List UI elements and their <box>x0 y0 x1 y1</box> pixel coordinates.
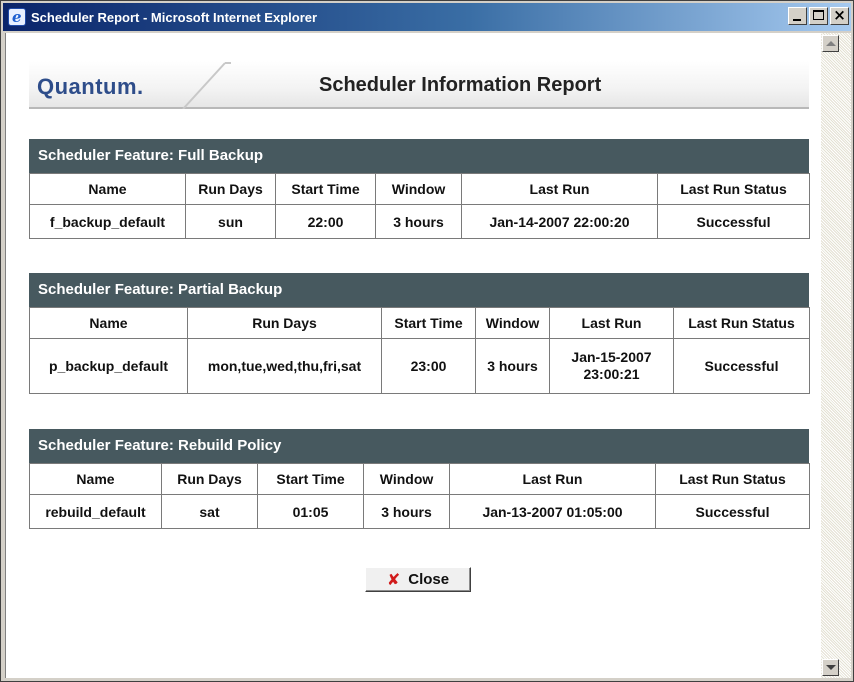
column-header: Window <box>375 173 462 205</box>
column-header: Name <box>29 173 186 205</box>
column-header: Start Time <box>257 463 364 495</box>
cell-last-run: Jan-14-2007 22:00:20 <box>461 204 658 239</box>
page-title: Scheduler Information Report <box>319 74 602 96</box>
column-header: Name <box>29 307 188 339</box>
cell-run-days: sun <box>185 204 276 239</box>
cell-name: f_backup_default <box>29 204 186 239</box>
scroll-up-button[interactable] <box>822 35 839 52</box>
cell-start-time: 01:05 <box>257 494 364 529</box>
column-header: Name <box>29 463 162 495</box>
table-row: rebuild_default sat 01:05 3 hours Jan-13… <box>29 494 810 529</box>
cell-run-days: sat <box>161 494 258 529</box>
column-header: Start Time <box>275 173 376 205</box>
table-header-row: Name Run Days Start Time Window Last Run… <box>29 307 810 339</box>
cell-start-time: 22:00 <box>275 204 376 239</box>
table-row: p_backup_default mon,tue,wed,thu,fri,sat… <box>29 338 810 394</box>
column-header: Start Time <box>381 307 476 339</box>
vertical-scrollbar[interactable] <box>821 33 851 678</box>
column-header: Run Days <box>187 307 382 339</box>
section-title: Scheduler Feature: Full Backup <box>29 139 809 173</box>
schedule-table: Name Run Days Start Time Window Last Run… <box>29 307 810 394</box>
column-header: Window <box>363 463 450 495</box>
x-icon: ✘ <box>386 570 401 589</box>
table-row: f_backup_default sun 22:00 3 hours Jan-1… <box>29 204 810 239</box>
table-header-row: Name Run Days Start Time Window Last Run… <box>29 463 810 495</box>
cell-last-run: Jan-15-2007 23:00:21 <box>549 338 674 394</box>
cell-last-run: Jan-13-2007 01:05:00 <box>449 494 656 529</box>
title-bar[interactable]: e Scheduler Report - Microsoft Internet … <box>3 3 851 31</box>
section-partial-backup: Scheduler Feature: Partial Backup Name R… <box>29 273 810 394</box>
section-title: Scheduler Feature: Partial Backup <box>29 273 809 307</box>
cell-status: Successful <box>657 204 810 239</box>
column-header: Last Run <box>449 463 656 495</box>
column-header: Last Run <box>461 173 658 205</box>
column-header: Last Run Status <box>655 463 810 495</box>
browser-window: e Scheduler Report - Microsoft Internet … <box>0 0 854 682</box>
window-controls: × <box>786 6 849 25</box>
header-divider <box>182 62 231 109</box>
section-rebuild-policy: Scheduler Feature: Rebuild Policy Name R… <box>29 429 810 529</box>
cell-window: 3 hours <box>475 338 550 394</box>
column-header: Last Run Status <box>673 307 810 339</box>
table-header-row: Name Run Days Start Time Window Last Run… <box>29 173 810 205</box>
cell-name: p_backup_default <box>29 338 188 394</box>
arrow-up-icon <box>826 41 836 46</box>
cell-run-days: mon,tue,wed,thu,fri,sat <box>187 338 382 394</box>
minimize-icon <box>793 19 801 21</box>
cell-status: Successful <box>655 494 810 529</box>
maximize-icon <box>813 10 824 20</box>
close-button[interactable]: ✘ Close <box>365 567 471 592</box>
report-header: Quantum. Scheduler Information Report <box>29 61 809 109</box>
column-header: Last Run Status <box>657 173 810 205</box>
cell-window: 3 hours <box>375 204 462 239</box>
section-title: Scheduler Feature: Rebuild Policy <box>29 429 809 463</box>
cell-start-time: 23:00 <box>381 338 476 394</box>
column-header: Run Days <box>185 173 276 205</box>
scroll-down-button[interactable] <box>822 659 839 676</box>
column-header: Last Run <box>549 307 674 339</box>
ie-icon[interactable]: e <box>8 8 26 26</box>
schedule-table: Name Run Days Start Time Window Last Run… <box>29 463 810 529</box>
window-title: Scheduler Report - Microsoft Internet Ex… <box>31 9 318 25</box>
quantum-logo: Quantum. <box>37 74 144 99</box>
close-icon: × <box>833 6 846 24</box>
column-header: Run Days <box>161 463 258 495</box>
cell-window: 3 hours <box>363 494 450 529</box>
cell-name: rebuild_default <box>29 494 162 529</box>
close-button-label: Close <box>408 571 450 588</box>
section-full-backup: Scheduler Feature: Full Backup Name Run … <box>29 139 810 239</box>
arrow-down-icon <box>826 665 836 670</box>
column-header: Window <box>475 307 550 339</box>
minimize-button[interactable] <box>788 7 807 25</box>
cell-status: Successful <box>673 338 810 394</box>
schedule-table: Name Run Days Start Time Window Last Run… <box>29 173 810 239</box>
close-window-button[interactable]: × <box>830 6 849 25</box>
maximize-button[interactable] <box>809 7 828 25</box>
